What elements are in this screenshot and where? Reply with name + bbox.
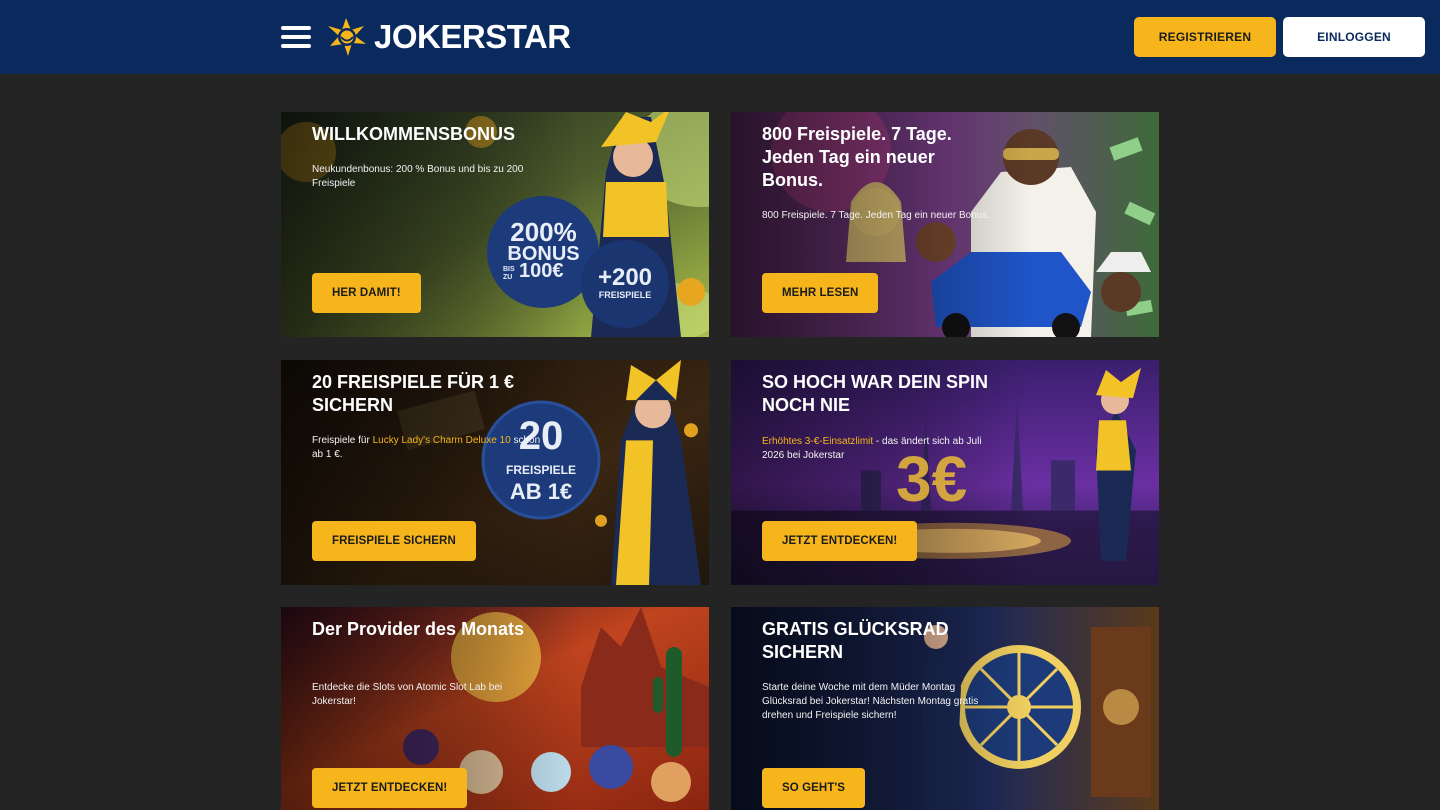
badge-ab-text: AB 1€ bbox=[509, 479, 573, 504]
promo-title: Der Provider des Monats bbox=[312, 619, 525, 639]
so-gehts-button[interactable]: SO GEHT'S bbox=[762, 768, 866, 808]
promo-title: GRATIS GLÜCKSRAD SICHERN bbox=[762, 619, 949, 662]
freispiele-sichern-button[interactable]: FREISPIELE SICHERN bbox=[312, 521, 476, 561]
promo-card-800-freespins[interactable]: 800 Freispiele. 7 Tage. Jeden Tag ein ne… bbox=[731, 112, 1159, 337]
promo-card-20-freespins[interactable]: 20 FREISPIELE AB 1€ 20 FREISPIELE FÜR 1 … bbox=[281, 360, 709, 585]
promo-description: 800 Freispiele. 7 Tage. Jeden Tag ein ne… bbox=[762, 210, 991, 221]
brand-logo[interactable]: JOKERSTAR bbox=[326, 16, 571, 58]
promo-card-spin-limit[interactable]: 3€ SO HOCH WAR DEIN SPIN NOCH NIE Erhöht… bbox=[731, 360, 1159, 585]
promo-title: WILLKOMMENSBONUS bbox=[312, 124, 515, 144]
promo-description: Starte deine Woche mit dem Müder Montag … bbox=[762, 682, 979, 721]
mehr-lesen-button[interactable]: MEHR LESEN bbox=[762, 273, 879, 313]
menu-icon[interactable] bbox=[281, 24, 311, 50]
promo-title: 20 FREISPIELE FÜR 1 € SICHERN bbox=[312, 372, 515, 415]
badge-freespins-label: FREISPIELE bbox=[598, 290, 652, 300]
register-button[interactable]: REGISTRIEREN bbox=[1134, 17, 1276, 57]
limit-link[interactable]: Erhöhtes 3-€-Einsatzlimit bbox=[762, 436, 873, 447]
badge-freespins-count: +200 bbox=[597, 264, 653, 291]
game-link[interactable]: Lucky Lady's Charm Deluxe 10 bbox=[373, 435, 511, 446]
top-header: JOKERSTAR REGISTRIEREN EINLOGGEN bbox=[0, 0, 1440, 74]
badge-amount-text: 100€ bbox=[519, 260, 564, 282]
badge-freispiele-text: FREISPIELE bbox=[505, 463, 576, 477]
promo-title: SO HOCH WAR DEIN SPIN NOCH NIE bbox=[762, 372, 989, 415]
promo-description: Neukundenbonus: 200 % Bonus und bis zu 2… bbox=[312, 164, 524, 189]
promo-card-welcome-bonus[interactable]: 200% BONUS BIS ZU 100€ +200 FREISPIELE W… bbox=[281, 112, 709, 337]
promo-card-provider-of-month[interactable]: Der Provider des Monats Entdecke die Slo… bbox=[281, 607, 709, 810]
login-button[interactable]: EINLOGGEN bbox=[1283, 17, 1425, 57]
brand-name: JOKERSTAR bbox=[374, 18, 571, 55]
promo-card-wheel-of-fortune[interactable]: GRATIS GLÜCKSRAD SICHERN Starte deine Wo… bbox=[731, 607, 1159, 810]
jetzt-entdecken-button[interactable]: JETZT ENTDECKEN! bbox=[762, 521, 918, 561]
jetzt-entdecken-button[interactable]: JETZT ENTDECKEN! bbox=[312, 768, 468, 808]
promo-description: Freispiele für Lucky Lady's Charm Deluxe… bbox=[312, 435, 541, 460]
promo-description: Erhöhtes 3-€-Einsatzlimit - das ändert s… bbox=[762, 436, 982, 461]
promo-title: 800 Freispiele. 7 Tage. Jeden Tag ein ne… bbox=[762, 124, 952, 190]
her-damit-button[interactable]: HER DAMIT! bbox=[312, 273, 421, 313]
joker-star-logo-icon bbox=[328, 18, 366, 56]
promo-description: Entdecke die Slots von Atomic Slot Lab b… bbox=[312, 682, 503, 707]
